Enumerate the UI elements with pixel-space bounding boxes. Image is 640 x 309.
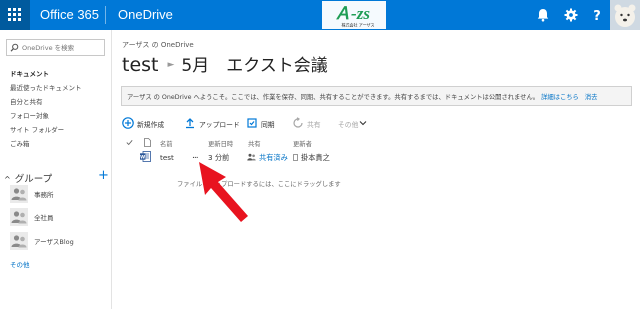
group-people-icon [10,232,28,250]
nav-item-followed[interactable]: フォロー対象 [10,110,49,120]
add-group-button[interactable]: + [98,168,109,183]
notice-dismiss-link[interactable]: 消去 [585,94,598,101]
breadcrumb-item-current: 5月 エクスト会議 [181,56,328,76]
more-label: その他 [338,121,359,129]
nav-item-documents[interactable]: ドキュメント [10,68,49,78]
modified-by-name: 掛本貴之 [301,153,330,162]
breadcrumb-item-test[interactable]: test [122,54,159,76]
nav-item-recent[interactable]: 最近使ったドキュメント [10,82,82,92]
group-people-icon [10,185,28,203]
file-name-link[interactable]: test [160,153,174,162]
chevron-down-icon [359,121,367,126]
notice-details-link[interactable]: 詳細はこちら [541,94,579,101]
suite-bar: Office 365 OneDrive Ａ-zs 株式会社 アーザス ? [0,0,640,30]
left-navigation: ドキュメント 最近使ったドキュメント 自分と共有 フォロー対象 サイト フォルダ… [0,30,112,309]
upload-icon [186,118,194,129]
gear-icon[interactable] [562,6,580,24]
word-file-icon: W [140,151,151,162]
company-logo: Ａ-zs 株式会社 アーザス [322,1,386,29]
breadcrumb: test ► 5月 エクスト会議 [122,51,328,76]
search-icon [10,43,19,52]
sharing-label[interactable]: 共有済み [259,153,288,162]
groups-title: グループ [14,174,53,185]
annotation-arrow-icon [199,162,248,222]
groups-more-link[interactable]: その他 [10,259,30,269]
presence-indicator [293,154,298,161]
sync-label: 同期 [261,121,275,129]
group-label: 事務所 [34,191,54,199]
office365-brand[interactable]: Office 365 [40,7,99,22]
app-launcher-icon[interactable] [0,0,30,30]
share-icon [293,117,303,128]
select-all-checkmark-icon[interactable] [126,139,133,146]
bell-icon[interactable] [534,6,552,24]
group-label: アーザスBlog [34,238,74,246]
svg-text:W: W [140,154,145,160]
chevron-up-icon[interactable]: ^ [4,175,11,184]
user-photo-icon [610,0,640,30]
notice-message: アーザス の OneDrive へようこそ。ここでは、作業を保存、同期、共有する… [127,92,597,101]
svg-text:?: ? [593,9,601,24]
breadcrumb-owner[interactable]: アーザス の OneDrive [122,40,194,50]
group-people-icon [10,208,28,226]
group-label: 全社員 [34,214,54,222]
suite-divider [105,6,106,24]
welcome-notice: アーザス の OneDrive へようこそ。ここでは、作業を保存、同期、共有する… [121,86,632,106]
file-sharing-status[interactable]: 共有済み [247,153,288,163]
sync-icon [247,118,257,128]
notice-text: アーザス の OneDrive へようこそ。ここでは、作業を保存、同期、共有する… [127,94,540,101]
app-title[interactable]: OneDrive [118,7,173,22]
nav-item-shared-with-me[interactable]: 自分と共有 [10,96,43,106]
column-header-sharing[interactable]: 共有 [248,139,261,148]
groups-header[interactable]: ^ グループ [4,171,52,185]
file-modified-by: 掛本貴之 [293,153,330,163]
search-box[interactable] [6,39,105,56]
chevron-right-icon: ► [167,60,175,70]
file-type-header-icon [144,138,151,147]
svg-text:Ａ-zs: Ａ-zs [334,4,370,23]
help-icon[interactable]: ? [588,6,606,24]
column-header-modified-by[interactable]: 更新者 [293,139,312,148]
user-avatar[interactable] [610,0,640,30]
upload-label: アップロード [199,121,240,129]
add-circle-icon [122,117,134,129]
column-header-modified[interactable]: 更新日時 [208,139,233,148]
share-label: 共有 [307,121,321,129]
search-input[interactable] [22,41,102,54]
column-header-name[interactable]: 名前 [160,139,173,148]
nav-item-recycle-bin[interactable]: ごみ箱 [10,138,30,148]
svg-text:株式会社 アーザス: 株式会社 アーザス [342,22,375,28]
new-label: 新規作成 [137,121,165,129]
nav-item-site-folders[interactable]: サイト フォルダー [10,124,64,134]
